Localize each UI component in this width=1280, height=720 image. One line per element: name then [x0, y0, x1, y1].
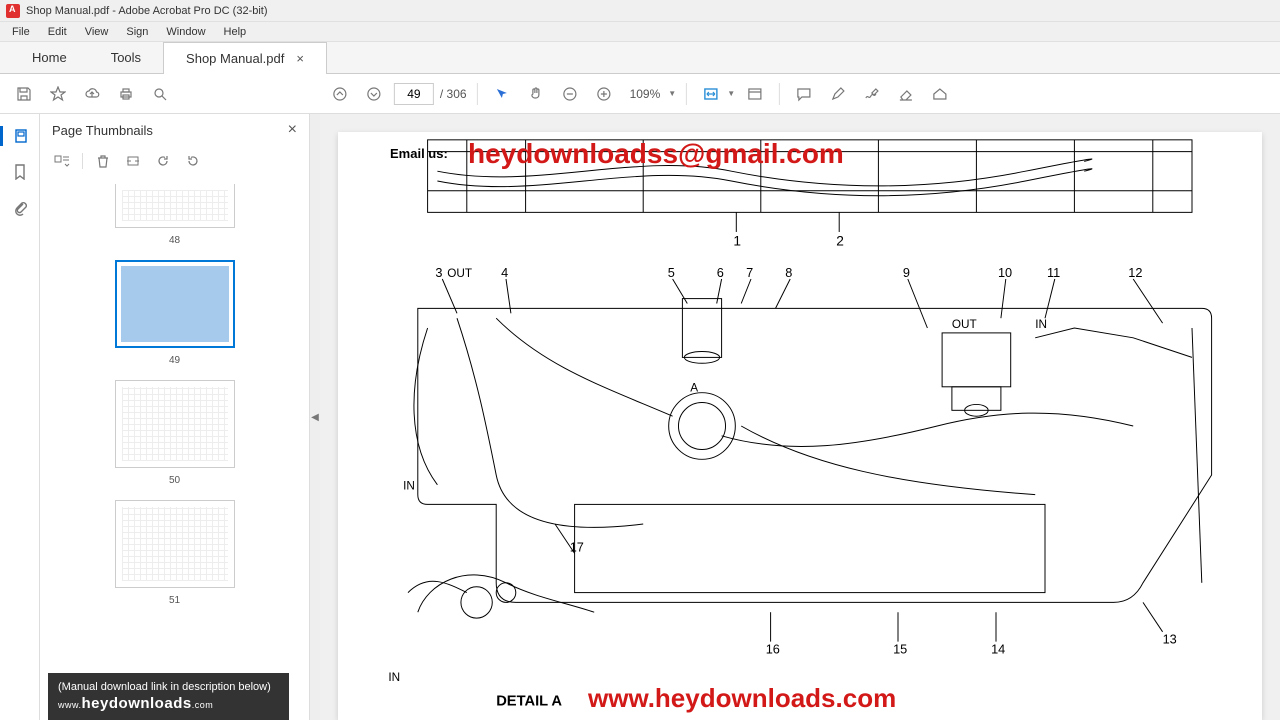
app-icon — [6, 4, 20, 18]
options-icon[interactable] — [52, 151, 72, 171]
menu-window[interactable]: Window — [158, 24, 213, 40]
search-icon[interactable] — [146, 80, 174, 108]
panel-divider[interactable]: ◀ — [310, 114, 320, 720]
fit-width-icon[interactable] — [697, 80, 725, 108]
menu-file[interactable]: File — [4, 24, 38, 40]
svg-text:14: 14 — [991, 641, 1005, 656]
svg-text:2: 2 — [836, 234, 844, 249]
close-panel-icon[interactable]: × — [288, 121, 297, 139]
svg-text:13: 13 — [1163, 632, 1177, 647]
svg-text:A: A — [690, 382, 698, 395]
nav-rail — [0, 114, 40, 720]
menu-bar: File Edit View Sign Window Help — [0, 22, 1280, 42]
thumbnail-page[interactable]: 49 — [60, 260, 289, 366]
delete-icon[interactable] — [93, 151, 113, 171]
tab-bar: Home Tools Shop Manual.pdf × — [0, 42, 1280, 74]
page-down-icon[interactable] — [360, 80, 388, 108]
svg-text:8: 8 — [785, 265, 792, 280]
hand-tool-icon[interactable] — [522, 80, 550, 108]
menu-view[interactable]: View — [77, 24, 117, 40]
page-total-label: / 306 — [440, 87, 467, 101]
menu-help[interactable]: Help — [216, 24, 255, 40]
page-up-icon[interactable] — [326, 80, 354, 108]
tab-tools[interactable]: Tools — [89, 42, 163, 73]
read-mode-icon[interactable] — [741, 80, 769, 108]
title-bar: Shop Manual.pdf - Adobe Acrobat Pro DC (… — [0, 0, 1280, 22]
svg-text:11: 11 — [1047, 265, 1060, 280]
bookmarks-icon[interactable] — [10, 162, 30, 182]
svg-text:1: 1 — [733, 234, 741, 249]
svg-text:10: 10 — [998, 265, 1012, 280]
svg-text:IN: IN — [403, 480, 415, 493]
thumbnail-page[interactable]: 51 — [60, 500, 289, 606]
fit-dropdown-icon[interactable]: ▼ — [727, 89, 735, 98]
svg-text:17: 17 — [570, 539, 584, 554]
save-icon[interactable] — [10, 80, 38, 108]
highlight-icon[interactable] — [824, 80, 852, 108]
svg-text:IN: IN — [388, 671, 400, 684]
attachments-icon[interactable] — [10, 198, 30, 218]
sign-icon[interactable] — [858, 80, 886, 108]
tab-document-label: Shop Manual.pdf — [186, 51, 284, 66]
select-tool-icon[interactable] — [488, 80, 516, 108]
chevron-left-icon: ◀ — [311, 412, 319, 423]
comment-icon[interactable] — [790, 80, 818, 108]
svg-text:12: 12 — [1128, 265, 1142, 280]
zoom-dropdown-icon[interactable]: ▼ — [668, 89, 676, 98]
svg-text:DETAIL A: DETAIL A — [496, 693, 562, 709]
svg-text:3: 3 — [435, 265, 442, 280]
eraser-icon[interactable] — [892, 80, 920, 108]
thumbnail-page[interactable]: 48 — [60, 184, 289, 246]
thumbnails-panel-title: Page Thumbnails — [52, 123, 153, 138]
svg-text:5: 5 — [668, 265, 675, 280]
banner-line1: (Manual download link in description bel… — [58, 681, 279, 693]
technical-drawing: 1 2 — [338, 132, 1262, 720]
svg-text:OUT: OUT — [447, 267, 472, 280]
star-icon[interactable] — [44, 80, 72, 108]
thumbnails-icon[interactable] — [0, 126, 39, 146]
stamp-icon[interactable] — [926, 80, 954, 108]
insert-page-icon[interactable] — [123, 151, 143, 171]
svg-text:IN: IN — [1035, 318, 1047, 331]
close-icon[interactable]: × — [296, 51, 304, 66]
svg-text:4: 4 — [501, 265, 508, 280]
zoom-out-icon[interactable] — [556, 80, 584, 108]
email-label: Email us: — [390, 146, 448, 161]
svg-text:6: 6 — [717, 265, 724, 280]
rotate-ccw-icon[interactable] — [153, 151, 173, 171]
menu-sign[interactable]: Sign — [118, 24, 156, 40]
toolbar: / 306 109% ▼ ▼ — [0, 74, 1280, 114]
rotate-cw-icon[interactable] — [183, 151, 203, 171]
watermark-email: heydownloadss@gmail.com — [468, 138, 844, 170]
svg-text:16: 16 — [766, 641, 780, 656]
cloud-upload-icon[interactable] — [78, 80, 106, 108]
thumbnails-panel: Page Thumbnails × 48 49 50 — [40, 114, 310, 720]
menu-edit[interactable]: Edit — [40, 24, 75, 40]
svg-text:9: 9 — [903, 265, 910, 280]
window-title: Shop Manual.pdf - Adobe Acrobat Pro DC (… — [26, 5, 268, 17]
svg-text:OUT: OUT — [952, 318, 977, 331]
print-icon[interactable] — [112, 80, 140, 108]
zoom-level[interactable]: 109% — [624, 87, 667, 101]
tab-home[interactable]: Home — [10, 42, 89, 73]
page-number-input[interactable] — [394, 83, 434, 105]
svg-text:15: 15 — [893, 641, 907, 656]
watermark-url: www.heydownloads.com — [588, 683, 896, 714]
document-view[interactable]: Email us: heydownloadss@gmail.com www.he… — [320, 114, 1280, 720]
video-overlay-banner: (Manual download link in description bel… — [48, 673, 289, 720]
thumbnail-page[interactable]: 50 — [60, 380, 289, 486]
svg-text:7: 7 — [746, 265, 753, 280]
tab-document[interactable]: Shop Manual.pdf × — [163, 42, 327, 74]
zoom-in-icon[interactable] — [590, 80, 618, 108]
